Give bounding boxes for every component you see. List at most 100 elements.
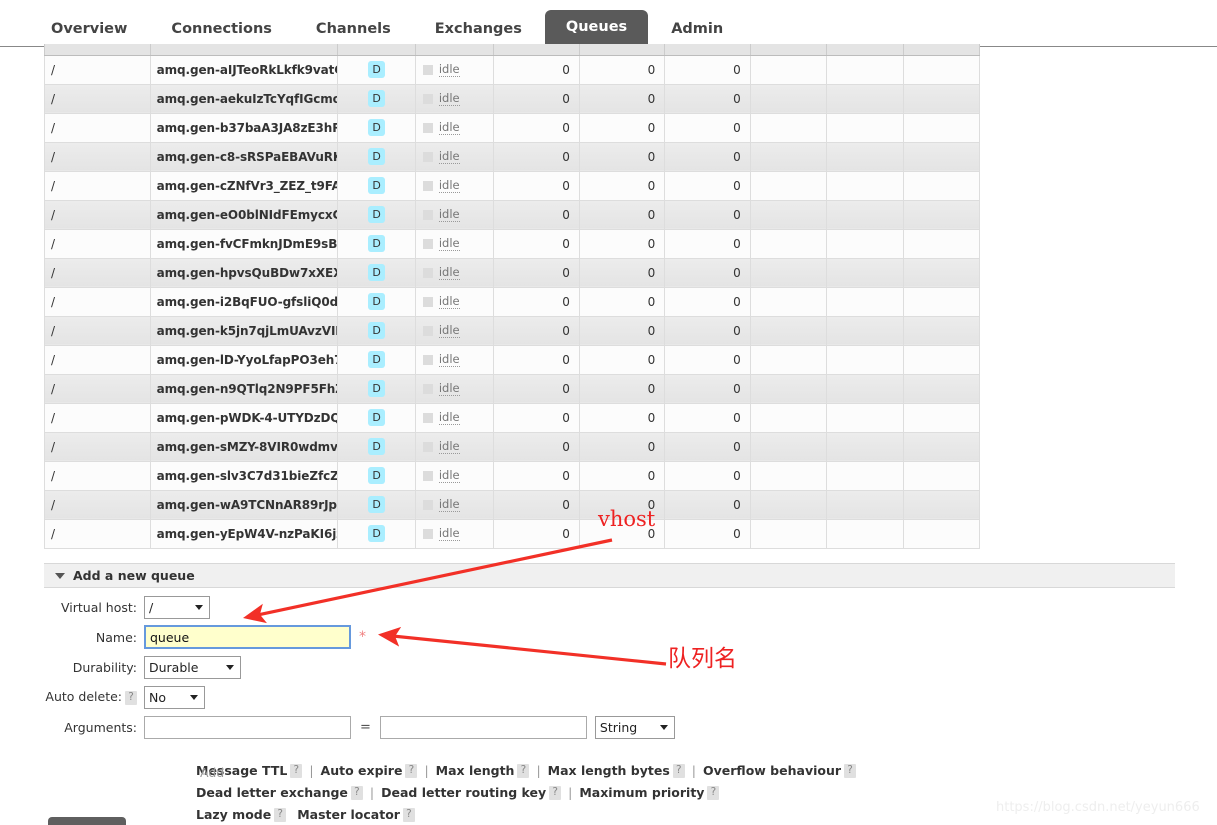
help-icon[interactable]: ? [549, 785, 562, 800]
arguments-label: Arguments: [64, 719, 137, 735]
preset-max-length[interactable]: Max length [436, 763, 515, 778]
help-icon[interactable]: ? [672, 763, 685, 778]
nav-tab-overview[interactable]: Overview [30, 13, 148, 46]
cell-deliver-get [826, 55, 904, 85]
cell-queue-name: amq.gen-eO0blNIdFEmycxCTt4tw1w [150, 200, 339, 230]
table-row[interactable]: /amq.gen-wA9TCNnAR89rJp9iH4oQTwDidle000 [44, 490, 981, 520]
help-icon[interactable]: ? [402, 807, 415, 822]
durable-badge: D [368, 293, 386, 310]
durability-select[interactable]: Durable [144, 655, 241, 679]
preset-max-length-bytes[interactable]: Max length bytes [548, 763, 670, 778]
cell-incoming [750, 519, 828, 549]
cell-incoming [750, 84, 828, 114]
durable-badge: D [368, 467, 386, 484]
cell-queue-name: amq.gen-i2BqFUO-gfsliQ0dWzqglw [150, 287, 339, 317]
table-row[interactable]: /amq.gen-sMZY-8VIR0wdmvjcJwo1OADidle000 [44, 432, 981, 462]
state-label: idle [438, 294, 460, 309]
preset-maximum-priority[interactable]: Maximum priority [579, 785, 704, 800]
table-row[interactable]: /amq.gen-slv3C7d31bieZfcZOM78ygDidle000 [44, 461, 981, 491]
cell-ready: 0 [493, 55, 580, 85]
argument-type-select[interactable]: String [594, 715, 675, 739]
help-icon[interactable]: ? [350, 785, 363, 800]
nav-tab-queues[interactable]: Queues [544, 10, 649, 46]
add-argument-label[interactable]: Add [200, 765, 224, 780]
add-queue-submit-button[interactable] [48, 817, 126, 825]
queues-table-body: /amq.gen-aIJTeoRkLkfk9vatCwD0NwDidle000/… [44, 44, 981, 549]
cell-features: D [337, 432, 416, 462]
preset-master-locator[interactable]: Master locator [297, 807, 400, 822]
durability-select-wrap: Durable [144, 655, 241, 679]
durable-badge: D [368, 322, 386, 339]
preset-dead-letter-exchange[interactable]: Dead letter exchange [196, 785, 348, 800]
cell-ack [903, 84, 981, 114]
argument-key-input[interactable] [144, 715, 351, 739]
auto-delete-select[interactable]: No [144, 685, 205, 709]
cell-features: D [337, 258, 416, 288]
cell-incoming [750, 55, 828, 85]
add-queue-form: Virtual host: / Name: * Durability: Dura… [44, 595, 1144, 822]
cell-state: idle [415, 403, 495, 433]
help-icon[interactable]: ? [290, 763, 303, 778]
cell-queue-name: amq.gen-n9QTlq2N9PF5FhZ-9S1a0w [150, 374, 339, 404]
nav-tab-channels[interactable]: Channels [295, 13, 412, 46]
preset-auto-expire[interactable]: Auto expire [321, 763, 403, 778]
auto-delete-label-text: Auto delete: [45, 689, 122, 705]
help-icon[interactable]: ? [125, 690, 137, 705]
durable-badge: D [368, 235, 386, 252]
cell-ready: 0 [493, 229, 580, 259]
table-row[interactable]: /amq.gen-lD-YyoLfapPO3eh7UaP-YwDidle000 [44, 345, 981, 375]
add-queue-header[interactable]: Add a new queue [44, 563, 1175, 588]
nav-tab-admin[interactable]: Admin [650, 13, 744, 46]
state-label: idle [438, 120, 460, 135]
cell-state: idle [415, 519, 495, 549]
virtual-host-select[interactable]: / [144, 595, 210, 619]
cell-features: D [337, 84, 416, 114]
cell-unacked: 0 [579, 142, 666, 172]
table-row[interactable]: /amq.gen-hpvsQuBDw7xXEXNTfYEUjwDidle000 [44, 258, 981, 288]
nav-tab-exchanges[interactable]: Exchanges [414, 13, 543, 46]
cell-state: idle [415, 287, 495, 317]
table-row[interactable]: /amq.gen-n9QTlq2N9PF5FhZ-9S1a0wDidle000 [44, 374, 981, 404]
preset-overflow-behaviour[interactable]: Overflow behaviour [703, 763, 841, 778]
state-label: idle [438, 526, 460, 541]
argument-value-input[interactable] [379, 715, 587, 739]
help-icon[interactable]: ? [707, 785, 720, 800]
cell-ready: 0 [493, 490, 580, 520]
cell-virtual-host: / [44, 258, 151, 288]
queue-name-input[interactable] [144, 625, 351, 649]
nav-tab-list: Overview Connections Channels Exchanges Queu… [30, 0, 746, 46]
nav-tab-connections[interactable]: Connections [150, 13, 293, 46]
table-row[interactable]: /amq.gen-i2BqFUO-gfsliQ0dWzqglwDidle000 [44, 287, 981, 317]
cell-incoming [750, 200, 828, 230]
table-row[interactable]: /amq.gen-k5jn7qjLmUAvzVIM65eoggDidle000 [44, 316, 981, 346]
cell-ack [903, 461, 981, 491]
table-row[interactable]: /amq.gen-c8-sRSPaEBAVuRKhIjoe8gDidle000 [44, 142, 981, 172]
table-row[interactable]: /amq.gen-eO0blNIdFEmycxCTt4tw1wDidle000 [44, 200, 981, 230]
cell-ready: 0 [493, 461, 580, 491]
table-row[interactable]: /amq.gen-aekuIzTcYqfIGcmoRjjACQDidle000 [44, 84, 981, 114]
preset-dead-letter-routing-key[interactable]: Dead letter routing key [381, 785, 546, 800]
help-icon[interactable]: ? [274, 807, 287, 822]
cell-incoming [750, 229, 828, 259]
table-row[interactable]: /amq.gen-cZNfVr3_ZEZ_t9FAJkn6MQDidle000 [44, 171, 981, 201]
cell-unacked: 0 [579, 345, 666, 375]
cell-state: idle [415, 316, 495, 346]
help-icon[interactable]: ? [405, 763, 418, 778]
help-icon[interactable]: ? [517, 763, 530, 778]
cell-ready: 0 [493, 113, 580, 143]
table-row[interactable]: /amq.gen-pWDK-4-UTYDzDQvq0DI0pgDidle000 [44, 403, 981, 433]
table-row[interactable]: /amq.gen-fvCFmknJDmE9sBI9OFSJGQDidle000 [44, 229, 981, 259]
cell-ready: 0 [493, 316, 580, 346]
preset-lazy-mode[interactable]: Lazy mode [196, 807, 271, 822]
state-label: idle [438, 236, 460, 251]
cell-state: idle [415, 142, 495, 172]
name-label: Name: [95, 629, 137, 645]
table-row[interactable]: /amq.gen-aIJTeoRkLkfk9vatCwD0NwDidle000 [44, 55, 981, 85]
table-row[interactable]: /amq.gen-yEpW4V-nzPaKI6jzE69QkQDidle000 [44, 519, 981, 549]
cell-state: idle [415, 432, 495, 462]
help-icon[interactable]: ? [844, 763, 857, 778]
cell-total: 0 [664, 432, 751, 462]
cell-deliver-get [826, 519, 904, 549]
table-row[interactable]: /amq.gen-b37baA3JA8zE3hRvsC6dqQDidle000 [44, 113, 981, 143]
state-indicator-icon [422, 441, 433, 452]
